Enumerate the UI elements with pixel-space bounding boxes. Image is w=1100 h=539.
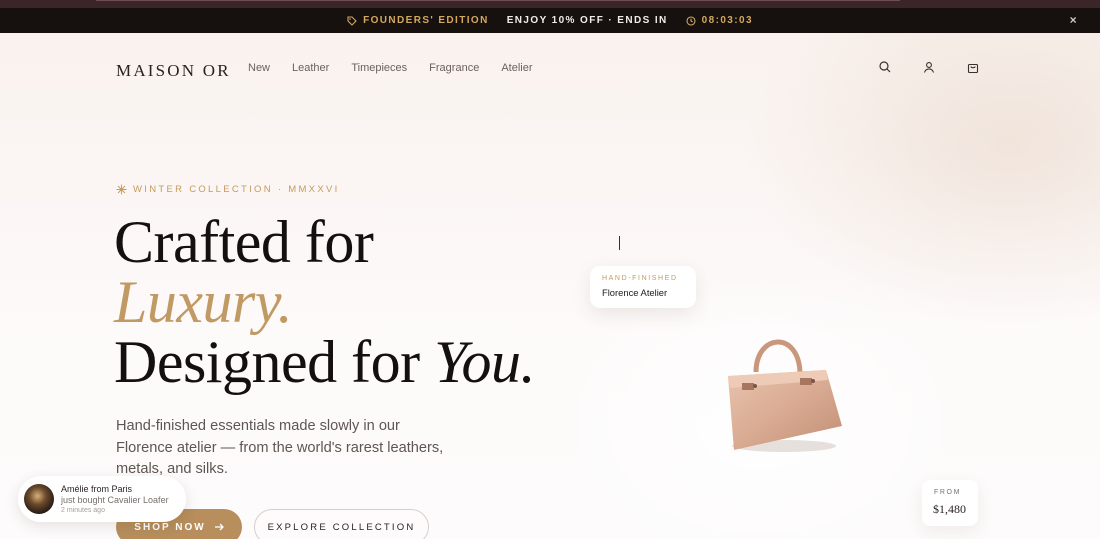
nav-link-timepieces[interactable]: Timepieces — [351, 62, 407, 74]
headline-line-3: Designed for You. — [114, 332, 535, 392]
promo-edition: FOUNDERS' EDITION — [347, 15, 489, 26]
nav-link-new[interactable]: New — [248, 62, 270, 74]
top-accent-bar — [0, 0, 1100, 8]
shop-now-label: SHOP NOW — [134, 521, 206, 533]
price-kicker: FROM — [934, 489, 962, 496]
tag-icon — [347, 15, 357, 26]
hand-finished-value: Florence Atelier — [602, 287, 668, 298]
hand-finished-kicker: HAND-FINISHED — [602, 275, 678, 282]
promo-edition-label: FOUNDERS' EDITION — [363, 15, 489, 26]
explore-collection-button[interactable]: EXPLORE COLLECTION — [254, 509, 429, 539]
text-cursor — [619, 236, 620, 250]
nav-link-leather[interactable]: Leather — [292, 62, 329, 74]
hero-eyebrow-label: WINTER COLLECTION · MMXXVI — [133, 184, 340, 195]
headline-line-2: Luxury. — [114, 269, 293, 335]
sparkle-icon — [116, 184, 127, 195]
promo-close-button[interactable]: × — [1070, 13, 1078, 27]
product-image-handbag[interactable] — [722, 328, 846, 459]
hero-headline: Crafted for Luxury. Designed for You. — [114, 212, 535, 392]
nav-links: New Leather Timepieces Fragrance Atelier — [248, 62, 533, 74]
nav-icons — [878, 60, 980, 74]
promo-timer: 08:03:03 — [686, 15, 753, 26]
hand-finished-badge: HAND-FINISHED Florence Atelier — [590, 266, 696, 308]
toast-time: 2 minutes ago — [61, 507, 105, 514]
toast-buyer: Amélie from Paris — [61, 484, 133, 494]
price-badge: FROM $1,480 — [922, 480, 978, 526]
clock-icon — [686, 15, 696, 26]
headline-line-3-main: Designed for — [114, 329, 435, 395]
price-value: $1,480 — [933, 502, 966, 516]
shopping-bag-icon[interactable] — [966, 60, 980, 74]
headline-line-1: Crafted for — [114, 209, 374, 275]
nav-link-fragrance[interactable]: Fragrance — [429, 62, 479, 74]
recent-purchase-toast[interactable]: Amélie from Paris just bought Cavalier L… — [18, 476, 186, 522]
search-icon[interactable] — [878, 60, 892, 74]
nav-link-atelier[interactable]: Atelier — [501, 62, 532, 74]
product-thumbnail — [24, 484, 54, 514]
brand-logo[interactable]: MAISON OR — [116, 61, 231, 81]
promo-offer: ENJOY 10% OFF · ENDS IN — [506, 15, 668, 26]
account-icon[interactable] — [922, 60, 936, 74]
toast-product: just bought Cavalier Loafer — [61, 495, 169, 505]
promo-timer-value: 08:03:03 — [701, 15, 753, 26]
arrow-right-icon — [214, 523, 224, 531]
promo-banner: FOUNDERS' EDITION ENJOY 10% OFF · ENDS I… — [0, 8, 1100, 33]
headline-line-3-italic: You. — [434, 329, 535, 395]
main-nav: MAISON OR New Leather Timepieces Fragran… — [0, 58, 1100, 81]
hero-eyebrow: WINTER COLLECTION · MMXXVI — [116, 184, 340, 195]
hero-subheading: Hand-finished essentials made slowly in … — [116, 418, 444, 477]
